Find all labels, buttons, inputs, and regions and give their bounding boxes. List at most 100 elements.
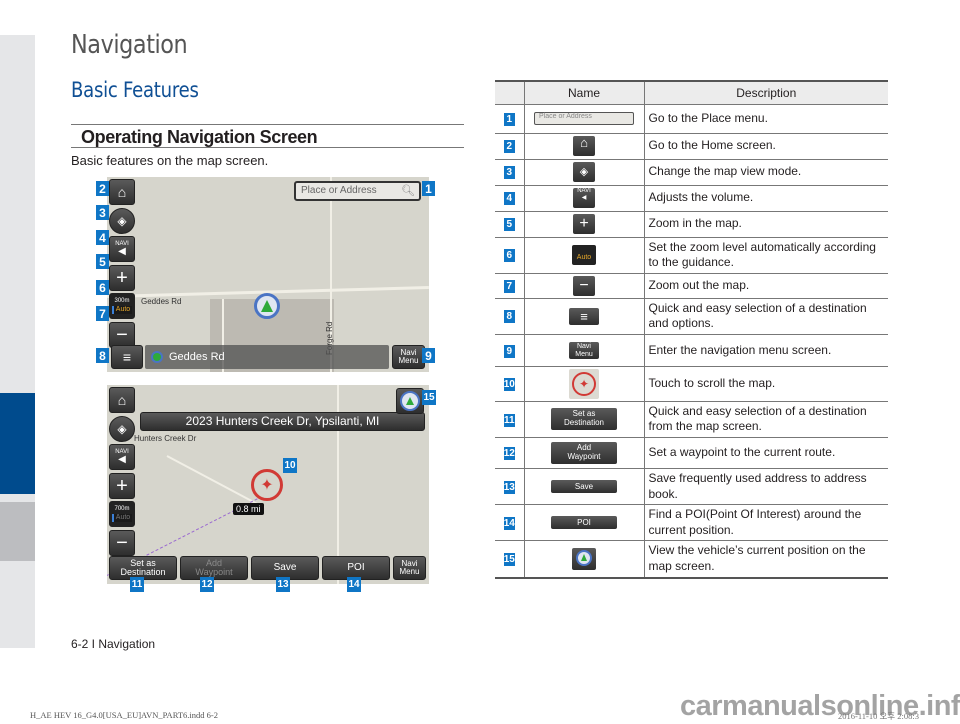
number-badge: 9 <box>503 344 515 358</box>
navi-menu-icon: Navi Menu <box>569 341 599 359</box>
row-number: 11 <box>495 401 524 439</box>
menu-icon: ≡ <box>122 348 132 365</box>
scroll-crosshair[interactable]: ✦ <box>251 469 283 501</box>
compass-icon: ◈ <box>573 162 595 182</box>
home-button[interactable]: ⌂ <box>109 387 135 413</box>
row-number: 14 <box>495 504 524 542</box>
navi-menu-button[interactable]: Navi Menu <box>392 345 425 369</box>
home-icon: ⌂ <box>117 391 127 408</box>
row-number: 12 <box>495 437 524 470</box>
number-badge: 12 <box>503 447 515 461</box>
menu-icon: ≡ <box>569 307 599 325</box>
row-icon-cell: + <box>523 211 645 238</box>
zoom-in-button[interactable]: + <box>109 265 135 291</box>
row-icon-cell: Set as Destination <box>523 401 645 439</box>
number-badge: 1 <box>503 112 515 126</box>
row-description: Enter the navigation menu screen. <box>644 334 888 367</box>
print-file-info: H_AE HEV 16_G4.0[USA_EU]AVN_PART6.indd 6… <box>30 710 218 720</box>
minus-icon: − <box>116 531 128 554</box>
row-number: 8 <box>495 298 524 335</box>
page-reference: 6-2 I Navigation <box>71 637 156 651</box>
number-badge: 15 <box>503 553 515 567</box>
set-destination-label: Set as Destination <box>120 557 166 577</box>
row-icon-cell: ◈ <box>523 159 645 186</box>
callout-8: 8 <box>96 348 109 363</box>
callout-2: 2 <box>96 181 109 196</box>
save-icon: Save <box>551 480 617 494</box>
zoom-out-button[interactable]: − <box>109 530 135 556</box>
row-icon-cell: Place or Address <box>523 104 645 134</box>
row-number: 5 <box>495 211 524 238</box>
search-icon: 🔍︎ <box>401 185 415 197</box>
row-description: Zoom in the map. <box>644 211 888 238</box>
volume-button[interactable]: NAVI ◀ <box>109 236 135 262</box>
speaker-icon: ◀ <box>118 453 126 465</box>
current-position-icon <box>572 548 596 571</box>
current-road-name: Geddes Rd <box>169 351 225 363</box>
home-icon: ⌂ <box>573 135 595 156</box>
subsection-title: Operating Navigation Screen <box>81 127 318 147</box>
number-badge: 3 <box>503 166 515 180</box>
navi-menu-label: Navi Menu <box>399 558 420 576</box>
current-position-button[interactable] <box>396 388 424 414</box>
vehicle-arrow-icon <box>261 300 273 312</box>
map-screen-2: Hunters Creek Dr 2023 Hunters Creek Dr, … <box>107 385 429 584</box>
add-waypoint-button[interactable]: Add Waypoint <box>180 556 248 580</box>
road-label: Hunters Creek Dr <box>134 434 197 443</box>
row-icon-cell: Save <box>523 468 645 506</box>
row-number: 9 <box>495 334 524 367</box>
number-badge: 6 <box>503 249 515 263</box>
crosshair-icon: ✦ <box>569 368 599 399</box>
table-row: 8 ≡ Quick and easy selection of a destinat… <box>495 298 888 335</box>
callout-15: 15 <box>422 390 436 405</box>
number-badge: 8 <box>503 310 515 324</box>
volume-button[interactable]: NAVI ◀ <box>109 444 135 470</box>
row-icon-cell: ✦ <box>523 366 645 402</box>
table-row: 7 − Zoom out the map. <box>495 273 888 299</box>
compass-button[interactable]: ◈ <box>109 208 135 234</box>
auto-label: Auto <box>111 514 133 522</box>
intro-text: Basic features on the map screen. <box>71 153 269 168</box>
auto-zoom-button[interactable]: 700m Auto <box>109 501 135 527</box>
zoom-scale: 700m <box>114 506 130 513</box>
callout-1: 1 <box>422 181 435 196</box>
current-position-icon <box>400 391 420 411</box>
navi-menu-button[interactable]: Navi Menu <box>393 556 426 580</box>
row-description: Go to the Home screen. <box>644 133 888 160</box>
callout-9: 9 <box>422 348 435 363</box>
add-waypoint-icon: Add Waypoint <box>551 442 617 465</box>
minus-icon: − <box>116 323 128 346</box>
row-description: Go to the Place menu. <box>644 104 888 134</box>
quick-menu-button[interactable]: ≡ <box>111 345 143 369</box>
row-number: 4 <box>495 185 524 212</box>
search-input[interactable]: Place or Address 🔍︎ <box>294 181 421 201</box>
number-badge: 7 <box>503 279 515 293</box>
features-table: Name Description 1 Place or Address Go to … <box>495 80 888 579</box>
zoom-in-button[interactable]: + <box>109 473 135 499</box>
compass-button[interactable]: ◈ <box>109 416 135 442</box>
plus-icon: + <box>573 214 595 234</box>
compass-icon: ◈ <box>117 421 127 436</box>
search-placeholder: Place or Address <box>301 185 377 196</box>
address-banner: 2023 Hunters Creek Dr, Ypsilanti, MI <box>140 412 425 431</box>
subsection-rule-top <box>71 124 464 125</box>
row-number: 3 <box>495 159 524 186</box>
header-num <box>495 80 524 105</box>
table-row: 2 ⌂ Go to the Home screen. <box>495 133 888 160</box>
address-text: 2023 Hunters Creek Dr, Ypsilanti, MI <box>185 414 380 429</box>
table-row: 3 ◈ Change the map view mode. <box>495 159 888 186</box>
map-screen-1: Geddes Rd Forge Rd Place or Address 🔍︎ ⌂… <box>107 177 429 372</box>
home-button[interactable]: ⌂ <box>109 179 135 205</box>
crosshair-icon: ✦ <box>260 477 274 494</box>
callout-10: 10 <box>283 458 297 473</box>
row-description: Set a waypoint to the current route. <box>644 437 888 470</box>
row-description: Touch to scroll the map. <box>644 366 888 402</box>
row-icon-cell <box>523 540 645 579</box>
callout-3: 3 <box>96 205 109 220</box>
row-description: Zoom out the map. <box>644 273 888 299</box>
save-label: Save <box>273 561 297 573</box>
header-description: Description <box>644 80 888 105</box>
auto-zoom-button[interactable]: 300m Auto <box>109 293 135 319</box>
row-description: Quick and easy selection of a destinatio… <box>644 298 888 335</box>
road-label: Geddes Rd <box>141 297 182 306</box>
